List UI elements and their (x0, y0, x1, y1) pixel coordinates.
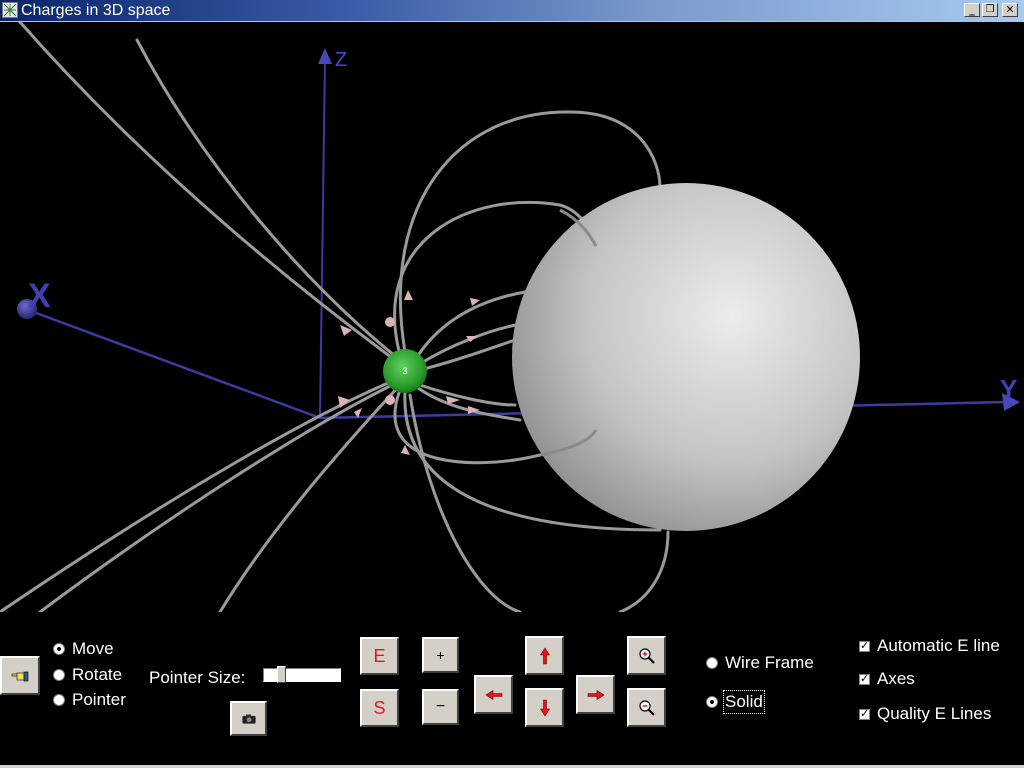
pan-left-button[interactable] (474, 675, 513, 714)
mode-radio-rotate[interactable]: Rotate (53, 665, 122, 685)
3d-viewport[interactable]: Z X Y 3 (0, 22, 1024, 612)
pan-right-button[interactable] (576, 675, 615, 714)
mode-pointer-label: Pointer (72, 690, 126, 709)
z-axis-label: Z (335, 49, 347, 71)
pointer-size-label: Pointer Size: (149, 668, 246, 687)
mode-radio-pointer[interactable]: Pointer (53, 690, 126, 710)
snapshot-button[interactable] (230, 701, 267, 736)
field-arrow (385, 317, 395, 327)
radio-indicator[interactable] (53, 694, 65, 706)
checkbox-automatic-e-line[interactable]: Automatic E line (859, 636, 1000, 656)
field-line (418, 383, 517, 407)
checkbox-indicator[interactable] (859, 639, 870, 652)
x-axis (27, 308, 321, 420)
checkbox-indicator[interactable] (859, 672, 870, 685)
slider-thumb[interactable] (277, 666, 286, 683)
field-line (135, 38, 402, 362)
axes-label: Axes (877, 669, 915, 688)
render-radio-solid[interactable]: Solid (706, 690, 765, 714)
x-axis-label: X (28, 277, 51, 315)
pointing-hand-icon (11, 671, 29, 681)
minus-button[interactable]: − (422, 689, 459, 725)
e-field-button[interactable]: E (360, 637, 399, 675)
checkbox-axes[interactable]: Axes (859, 669, 915, 689)
app-icon (2, 2, 18, 18)
z-axis-arrowhead (318, 48, 332, 64)
field-line (218, 383, 402, 612)
render-radio-wireframe[interactable]: Wire Frame (706, 653, 814, 673)
left-arrow-icon (484, 689, 502, 700)
down-arrow-icon (539, 699, 550, 717)
quality-e-lines-label: Quality E Lines (877, 704, 992, 723)
z-axis (319, 59, 326, 419)
point-charge[interactable]: 3 (383, 349, 427, 393)
s-button[interactable]: S (360, 689, 399, 727)
minus-icon: − (435, 698, 446, 715)
radio-indicator[interactable] (706, 657, 718, 669)
zoom-out-icon (638, 699, 655, 716)
pan-down-button[interactable] (525, 688, 564, 727)
mode-radio-move[interactable]: Move (53, 639, 114, 659)
field-arrow (404, 290, 413, 300)
radio-indicator[interactable] (53, 669, 65, 681)
radio-indicator[interactable] (706, 696, 718, 708)
y-axis-label: Y (1000, 374, 1017, 404)
checkbox-indicator[interactable] (859, 707, 870, 720)
restore-button[interactable]: ❐ (982, 3, 998, 17)
solid-label: Solid (723, 690, 765, 714)
window-title: Charges in 3D space (21, 2, 171, 19)
wireframe-label: Wire Frame (725, 653, 814, 672)
close-button[interactable]: ✕ (1002, 3, 1018, 17)
field-line (618, 530, 670, 612)
mode-move-label: Move (72, 639, 114, 658)
automatic-e-line-label: Automatic E line (877, 636, 1000, 655)
conductor-sphere[interactable] (512, 183, 860, 531)
field-line (18, 22, 397, 362)
title-bar: Charges in 3D space _ ❐ ✕ (0, 0, 1024, 22)
pan-up-button[interactable] (525, 636, 564, 675)
zoom-in-button[interactable] (627, 636, 666, 675)
s-button-label: S (373, 697, 386, 718)
plus-icon: + (436, 647, 445, 663)
mode-rotate-label: Rotate (72, 665, 123, 684)
e-button-label: E (373, 645, 386, 666)
charge-label: 3 (402, 366, 407, 376)
minimize-button[interactable]: _ (964, 3, 980, 17)
field-line (408, 393, 522, 612)
pointer-size-slider[interactable] (263, 666, 341, 683)
field-arrow (385, 395, 395, 405)
radio-indicator[interactable] (53, 643, 65, 655)
zoom-out-button[interactable] (627, 688, 666, 727)
hand-tool-button[interactable] (0, 656, 40, 695)
zoom-in-icon (638, 647, 655, 664)
camera-icon (241, 714, 256, 724)
right-arrow-icon (587, 689, 605, 700)
up-arrow-icon (539, 646, 550, 664)
checkbox-quality-e-lines[interactable]: Quality E Lines (859, 704, 991, 724)
plus-button[interactable]: + (422, 637, 459, 673)
